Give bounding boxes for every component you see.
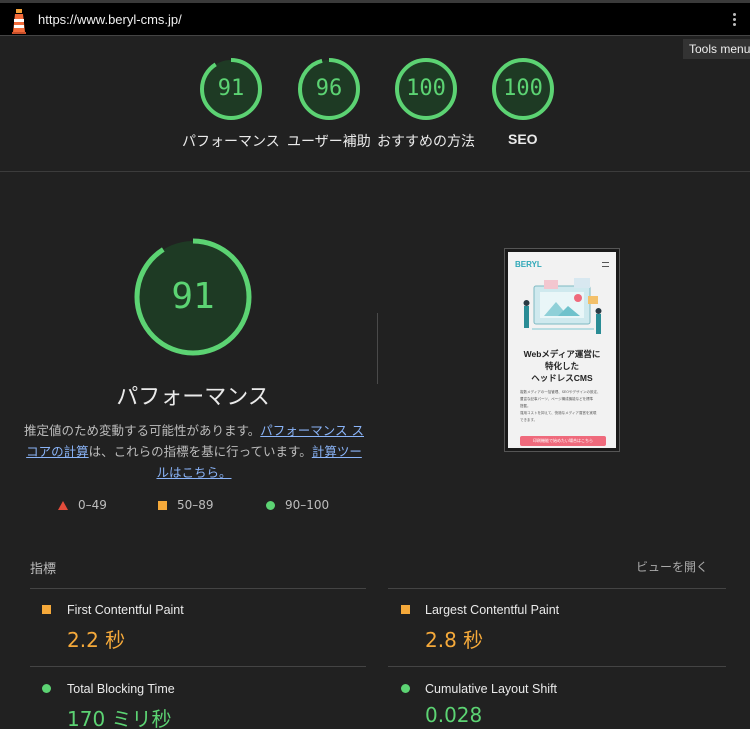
score-gauge[interactable]: 100	[394, 57, 458, 121]
tools-menu-tooltip: Tools menu	[683, 39, 750, 59]
desc-text-2: は、これらの指標を基に行っています。	[88, 444, 312, 459]
score-gauge-label: ユーザー補助	[287, 134, 371, 150]
pass-circle-icon	[42, 684, 51, 693]
metric-lcp-label: Largest Contentful Paint	[425, 603, 560, 617]
legend-pass-label: 90–100	[285, 498, 330, 512]
metric-divider	[30, 666, 366, 667]
average-square-icon	[42, 605, 51, 614]
metric-fcp-label: First Contentful Paint	[67, 603, 184, 617]
circle-icon	[266, 500, 275, 510]
score-gauge-label: おすすめの方法	[377, 134, 475, 150]
screenshot-cta-button: 印刷機能で始めたい場合はこちら	[520, 436, 606, 446]
metric-divider	[388, 666, 726, 667]
metric-tbt-label: Total Blocking Time	[67, 682, 175, 696]
site-logo: BERYL	[515, 260, 542, 269]
page-screenshot[interactable]: BERYL Webメディア運営に 特化した ヘッドレスCMS 複数メディアの一括…	[504, 248, 620, 452]
desc-text-1: 推定値のため変動する可能性があります。	[24, 423, 261, 438]
address-bar: https://www.beryl-cms.jp/	[0, 0, 750, 36]
performance-description: 推定値のため変動する可能性があります。パフォーマンス スコアの計算は、これらの指…	[24, 420, 364, 483]
score-gauge-value: 96	[315, 76, 343, 101]
score-gauge[interactable]: 100	[491, 57, 555, 121]
metrics-title: 指標	[30, 562, 57, 577]
hero-illustration	[523, 278, 602, 334]
performance-gauge: 91	[132, 236, 254, 358]
legend-fail: 0–49	[58, 498, 107, 512]
score-gauge-label: SEO	[508, 131, 538, 147]
legend-average-label: 50–89	[177, 498, 214, 512]
metric-lcp-value: 2.8 秒	[425, 628, 484, 652]
section-divider	[0, 171, 750, 172]
tools-menu-icon[interactable]	[730, 11, 738, 31]
performance-score: 91	[171, 276, 215, 317]
square-icon	[158, 500, 167, 510]
score-gauge[interactable]: 96	[297, 57, 361, 121]
metric-divider	[388, 588, 726, 589]
vertical-divider	[377, 313, 378, 384]
score-gauge-value: 91	[217, 76, 245, 101]
metric-tbt-value: 170 ミリ秒	[67, 707, 172, 729]
url-text[interactable]: https://www.beryl-cms.jp/	[38, 12, 182, 27]
legend-pass: 90–100	[266, 498, 329, 512]
pass-circle-icon	[401, 684, 410, 693]
metric-fcp-value: 2.2 秒	[67, 628, 126, 652]
screenshot-body: 複数メディアの一括管理、SEOやデザインの設定、 豊富な記事パーツ、ページ構成機…	[520, 390, 601, 422]
average-square-icon	[401, 605, 410, 614]
metric-divider	[30, 588, 366, 589]
legend-average: 50–89	[158, 498, 214, 512]
triangle-icon	[58, 500, 68, 510]
score-gauge-value: 100	[406, 76, 446, 101]
expand-view-link[interactable]: ビューを開く	[636, 558, 708, 575]
legend-fail-label: 0–49	[78, 498, 107, 512]
lighthouse-icon	[12, 9, 26, 34]
performance-title: パフォーマンス	[116, 385, 270, 410]
score-gauge[interactable]: 91	[199, 57, 263, 121]
metric-cls-value: 0.028	[425, 703, 483, 727]
screenshot-headline: Webメディア運営に 特化した ヘッドレスCMS	[523, 349, 601, 383]
metric-cls-label: Cumulative Layout Shift	[425, 682, 558, 696]
score-gauge-value: 100	[503, 76, 543, 101]
hamburger-icon	[602, 262, 609, 267]
score-gauge-label: パフォーマンス	[182, 134, 280, 150]
